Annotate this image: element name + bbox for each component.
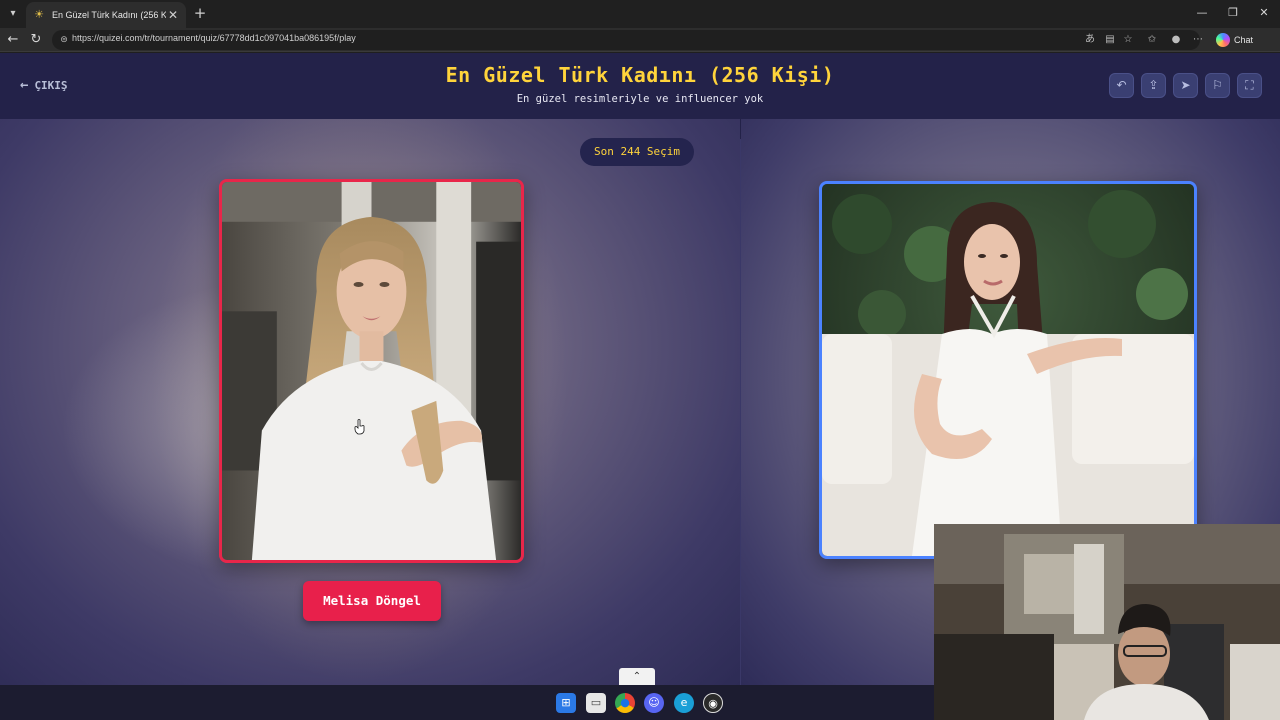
site-info-icon[interactable]: ⊜ <box>57 32 71 48</box>
right-contestant-photo <box>822 184 1194 556</box>
center-divider <box>740 139 741 685</box>
discord-icon[interactable]: ☺ <box>644 693 664 713</box>
undo-button[interactable]: ↶ <box>1109 73 1134 98</box>
send-button[interactable]: ➤ <box>1173 73 1198 98</box>
round-badge: Son 244 Seçim <box>580 138 694 166</box>
hand-cursor-icon <box>354 419 365 435</box>
report-button[interactable]: ⚐ <box>1205 73 1230 98</box>
tab-favicon-icon: ☀ <box>34 8 44 21</box>
browser-tabbar: ▾ ☀ En Güzel Türk Kadını (256 Kişi) - T … <box>0 0 1280 28</box>
quiz-header: ← ÇIKIŞ En Güzel Türk Kadını (256 Kişi) … <box>0 53 1280 119</box>
webcam-overlay <box>934 524 1280 720</box>
tab-title: En Güzel Türk Kadını (256 Kişi) - T <box>52 10 166 20</box>
fullscreen-icon: ⛶ <box>1245 78 1254 92</box>
chevron-up-icon[interactable]: ⌃ <box>619 668 655 685</box>
share-button[interactable]: ⇪ <box>1141 73 1166 98</box>
send-icon: ➤ <box>1180 78 1191 92</box>
webcam-feed <box>934 524 1280 720</box>
close-window-icon[interactable]: ✕ <box>1248 4 1280 22</box>
minimize-icon[interactable]: — <box>1186 4 1218 22</box>
left-contestant-card[interactable] <box>219 179 524 563</box>
restore-icon[interactable]: ❐ <box>1217 4 1249 22</box>
new-tab-icon[interactable]: + <box>191 4 209 22</box>
url-text: https://quizei.com/tr/tournament/quiz/67… <box>72 33 356 43</box>
quiz-subtitle: En güzel resimleriyle ve influencer yok <box>516 93 764 105</box>
reader-mode-icon[interactable]: ▤ <box>1102 32 1118 48</box>
windows-start-icon[interactable]: ⊞ <box>556 693 576 713</box>
back-icon[interactable]: ← <box>4 31 22 49</box>
browser-tab-active[interactable]: ☀ En Güzel Türk Kadını (256 Kişi) - T ✕ <box>26 2 186 28</box>
favorites-icon[interactable]: ✩ <box>1144 32 1160 48</box>
chat-label: Chat <box>1234 35 1254 45</box>
quiz-title: En Güzel Türk Kadını (256 Kişi) <box>445 63 835 87</box>
edge-icon[interactable]: e <box>674 693 694 713</box>
tab-close-icon[interactable]: ✕ <box>166 8 180 22</box>
translate-icon[interactable]: あ <box>1082 32 1098 48</box>
copilot-chat-button[interactable]: Chat <box>1216 32 1253 48</box>
flag-icon: ⚐ <box>1212 78 1223 92</box>
reload-icon[interactable]: ↻ <box>27 31 45 49</box>
profile-avatar[interactable]: ● <box>1168 32 1184 48</box>
chrome-icon[interactable]: ● <box>615 693 635 713</box>
tab-actions-menu-icon[interactable]: ▾ <box>4 5 22 23</box>
left-contestant-photo <box>222 182 521 560</box>
copilot-icon <box>1216 33 1230 47</box>
favorite-star-icon[interactable]: ☆ <box>1120 32 1136 48</box>
share-icon: ⇪ <box>1148 78 1159 92</box>
more-menu-icon[interactable]: ⋯ <box>1190 32 1206 48</box>
undo-icon: ↶ <box>1116 78 1127 92</box>
fullscreen-button[interactable]: ⛶ <box>1237 73 1262 98</box>
left-contestant-name-button[interactable]: Melisa Döngel <box>303 581 441 621</box>
browser-toolbar: ← ↻ ⊜ https://quizei.com/tr/tournament/q… <box>0 28 1280 52</box>
obs-icon[interactable]: ◉ <box>703 693 723 713</box>
file-explorer-icon[interactable]: ▭ <box>586 693 606 713</box>
right-contestant-card[interactable] <box>819 181 1197 559</box>
address-bar[interactable]: ⊜ https://quizei.com/tr/tournament/quiz/… <box>52 30 1203 50</box>
